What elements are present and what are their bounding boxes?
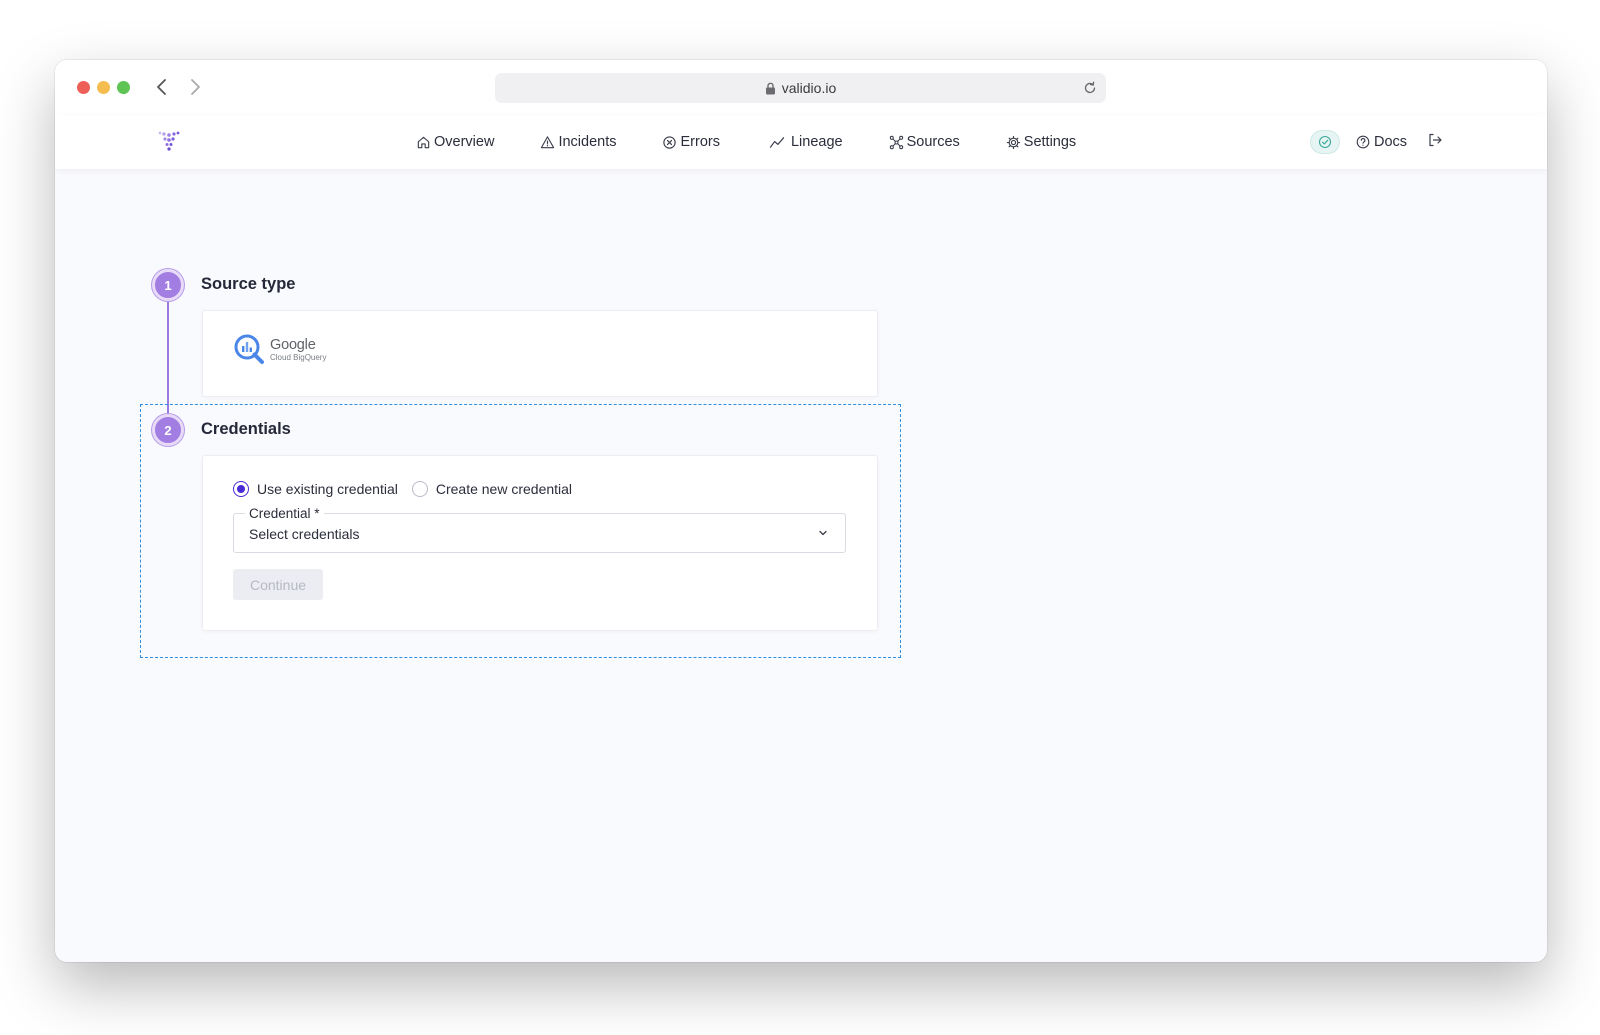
maximize-window-button[interactable] xyxy=(117,81,130,94)
credential-select-value: Select credentials xyxy=(249,526,360,542)
use-existing-credential-label: Use existing credential xyxy=(257,481,398,497)
home-icon xyxy=(417,136,430,148)
lock-icon xyxy=(765,82,775,94)
url-text: validio.io xyxy=(781,80,837,96)
error-circle-icon xyxy=(663,135,677,149)
close-window-button[interactable] xyxy=(77,81,90,94)
nav-incidents[interactable]: Incidents xyxy=(540,134,616,150)
trend-line-icon xyxy=(769,136,785,148)
step-2-indicator: 2 xyxy=(152,414,184,446)
nav-lineage[interactable]: Lineage xyxy=(766,134,843,150)
nav-sources[interactable]: Sources xyxy=(889,134,960,150)
create-new-credential-label: Create new credential xyxy=(435,481,573,497)
minimize-window-button[interactable] xyxy=(97,81,110,94)
validio-logo[interactable] xyxy=(157,129,181,153)
chevron-down-icon xyxy=(819,530,827,536)
source-type-card: Google Cloud BigQuery xyxy=(202,310,878,397)
chevron-left-icon xyxy=(157,79,166,95)
help-circle-icon xyxy=(1356,135,1370,149)
main-nav: Overview Incidents Errors Lineage Source… xyxy=(416,115,1122,169)
bigquery-icon xyxy=(234,334,264,364)
warning-icon xyxy=(541,135,555,148)
browser-window: validio.io Overview Incidents Errors Lin… xyxy=(55,60,1547,962)
app-header: Overview Incidents Errors Lineage Source… xyxy=(55,115,1547,169)
status-indicator[interactable] xyxy=(1310,130,1340,154)
nav-lineage-label: Lineage xyxy=(790,134,843,150)
credential-select[interactable]: Credential * Select credentials xyxy=(233,506,846,553)
source-brand: Google xyxy=(270,336,316,353)
header-right: Docs xyxy=(1310,115,1443,169)
gear-icon xyxy=(1006,135,1020,149)
nav-errors[interactable]: Errors xyxy=(662,134,720,150)
stepper-connector xyxy=(167,301,169,414)
docs-link[interactable]: Docs xyxy=(1356,134,1407,150)
radio-unselected-indicator[interactable] xyxy=(411,481,428,497)
source-product: Cloud BigQuery xyxy=(270,353,327,363)
nav-sources-label: Sources xyxy=(906,134,960,150)
continue-button[interactable]: Continue xyxy=(233,569,323,600)
credential-mode-group: Use existing credential Create new crede… xyxy=(233,481,586,497)
radio-selected-indicator[interactable] xyxy=(233,481,249,497)
step-1-title: Source type xyxy=(201,275,296,293)
step-1-indicator: 1 xyxy=(152,269,184,301)
nav-overview-label: Overview xyxy=(434,134,495,150)
browser-titlebar: validio.io xyxy=(55,60,1547,115)
back-button[interactable] xyxy=(152,76,172,98)
logout-icon xyxy=(1429,133,1442,146)
bigquery-source-option[interactable]: Google Cloud BigQuery xyxy=(233,333,326,367)
check-circle-icon xyxy=(1318,135,1332,149)
credential-field-label: Credential * xyxy=(245,506,324,522)
nav-settings[interactable]: Settings xyxy=(1006,134,1076,150)
nav-overview[interactable]: Overview xyxy=(416,134,494,150)
forward-button[interactable] xyxy=(185,76,205,98)
network-icon xyxy=(889,135,903,149)
nav-incidents-label: Incidents xyxy=(558,134,617,150)
chevron-right-icon xyxy=(191,79,200,95)
address-bar[interactable]: validio.io xyxy=(495,73,1106,103)
credentials-card: Use existing credential Create new crede… xyxy=(202,455,878,631)
nav-errors-label: Errors xyxy=(680,134,720,150)
step-2-title: Credentials xyxy=(201,420,291,438)
docs-label: Docs xyxy=(1374,134,1408,150)
nav-settings-label: Settings xyxy=(1023,134,1077,150)
create-new-credential-radio[interactable]: Create new credential xyxy=(411,481,573,497)
use-existing-credential-radio[interactable]: Use existing credential xyxy=(233,481,398,497)
logout-button[interactable] xyxy=(1427,132,1443,153)
reload-icon[interactable] xyxy=(1082,80,1098,96)
